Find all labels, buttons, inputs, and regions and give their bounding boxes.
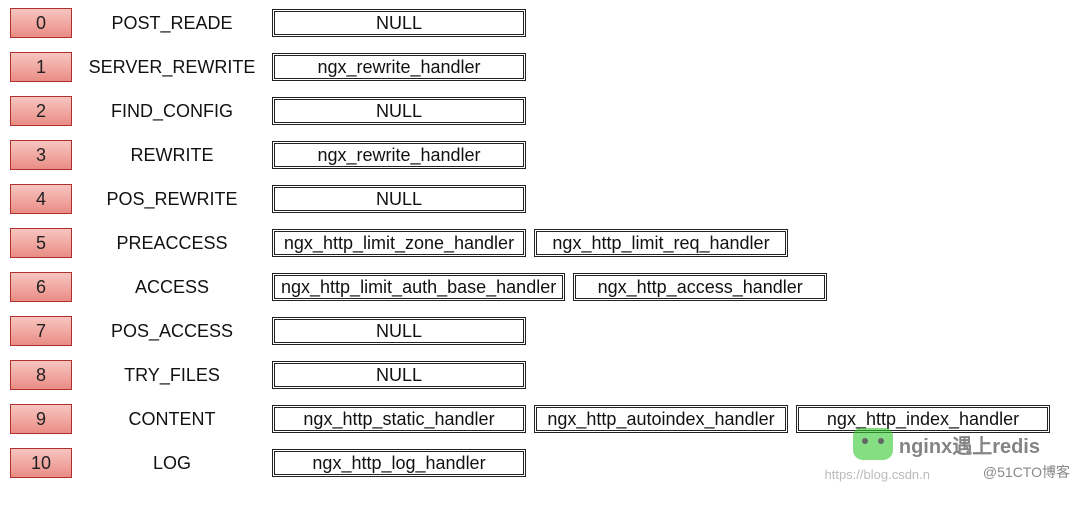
- phase-name: PREACCESS: [82, 233, 262, 254]
- phase-index: 4: [10, 184, 72, 214]
- phase-row: 7 POS_ACCESS NULL: [10, 316, 1070, 346]
- handler-box: ngx_http_limit_auth_base_handler: [272, 273, 565, 301]
- phase-name: FIND_CONFIG: [82, 101, 262, 122]
- handler-box: ngx_http_limit_req_handler: [534, 229, 788, 257]
- handlers-list: ngx_http_log_handler: [272, 449, 526, 477]
- phase-row: 5PREACCESSngx_http_limit_zone_handlerngx…: [10, 228, 1070, 258]
- handlers-list: ngx_rewrite_handler: [272, 141, 526, 169]
- handler-box: ngx_rewrite_handler: [272, 53, 526, 81]
- handlers-list: NULL: [272, 97, 526, 125]
- handlers-list: ngx_http_limit_zone_handler ngx_http_limi…: [272, 229, 788, 257]
- phase-row: 3 REWRITE ngx_rewrite_handler: [10, 140, 1070, 170]
- handlers-list: NULL: [272, 317, 526, 345]
- wechat-icon: [853, 428, 893, 460]
- phase-name: CONTENT: [82, 409, 262, 430]
- handler-box: NULL: [272, 361, 526, 389]
- watermark-logo-text: nginx遇上redis: [899, 430, 1040, 459]
- phase-row: 2 FIND_CONFIG NULL: [10, 96, 1070, 126]
- phase-index: 2: [10, 96, 72, 126]
- phase-row: 1 SERVER_REWRITE ngx_rewrite_handler: [10, 52, 1070, 82]
- phase-index: 10: [10, 448, 72, 478]
- phase-name: POST_READE: [82, 13, 262, 34]
- phase-row: 4 POS_REWRITE NULL: [10, 184, 1070, 214]
- handlers-list: NULL: [272, 9, 526, 37]
- handler-box: NULL: [272, 317, 526, 345]
- phase-index: 9: [10, 404, 72, 434]
- phase-name: TRY_FILES: [82, 365, 262, 386]
- phase-row: 8 TRY_FILES NULL: [10, 360, 1070, 390]
- watermark-url: https://blog.csdn.n: [824, 467, 930, 482]
- handler-box: ngx_http_limit_zone_handler: [272, 229, 526, 257]
- phase-name: LOG: [82, 453, 262, 474]
- handler-box: ngx_http_autoindex_handler: [534, 405, 788, 433]
- handlers-list: ngx_rewrite_handler: [272, 53, 526, 81]
- phase-index: 0: [10, 8, 72, 38]
- phase-row: 6ACCESSngx_http_limit_auth_base_handlern…: [10, 272, 1070, 302]
- phase-index: 8: [10, 360, 72, 390]
- handler-box: NULL: [272, 185, 526, 213]
- phase-index: 7: [10, 316, 72, 346]
- phase-index: 3: [10, 140, 72, 170]
- handler-box: NULL: [272, 9, 526, 37]
- phase-name: POS_ACCESS: [82, 321, 262, 342]
- handlers-list: ngx_http_limit_auth_base_handler ngx_http…: [272, 273, 827, 301]
- phase-name: REWRITE: [82, 145, 262, 166]
- phase-index: 1: [10, 52, 72, 82]
- phase-name: POS_REWRITE: [82, 189, 262, 210]
- handler-box: ngx_http_log_handler: [272, 449, 526, 477]
- phase-name: ACCESS: [82, 277, 262, 298]
- phase-row: 0 POST_READE NULL: [10, 8, 1070, 38]
- handler-box: ngx_rewrite_handler: [272, 141, 526, 169]
- phase-name: SERVER_REWRITE: [82, 57, 262, 78]
- handler-box: ngx_http_access_handler: [573, 273, 827, 301]
- watermark-blog: @51CTO博客: [983, 462, 1070, 482]
- watermark-logo: nginx遇上redis: [853, 428, 1040, 460]
- handler-box: NULL: [272, 97, 526, 125]
- handlers-list: NULL: [272, 361, 526, 389]
- phase-index: 5: [10, 228, 72, 258]
- handlers-list: NULL: [272, 185, 526, 213]
- phase-index: 6: [10, 272, 72, 302]
- handler-box: ngx_http_static_handler: [272, 405, 526, 433]
